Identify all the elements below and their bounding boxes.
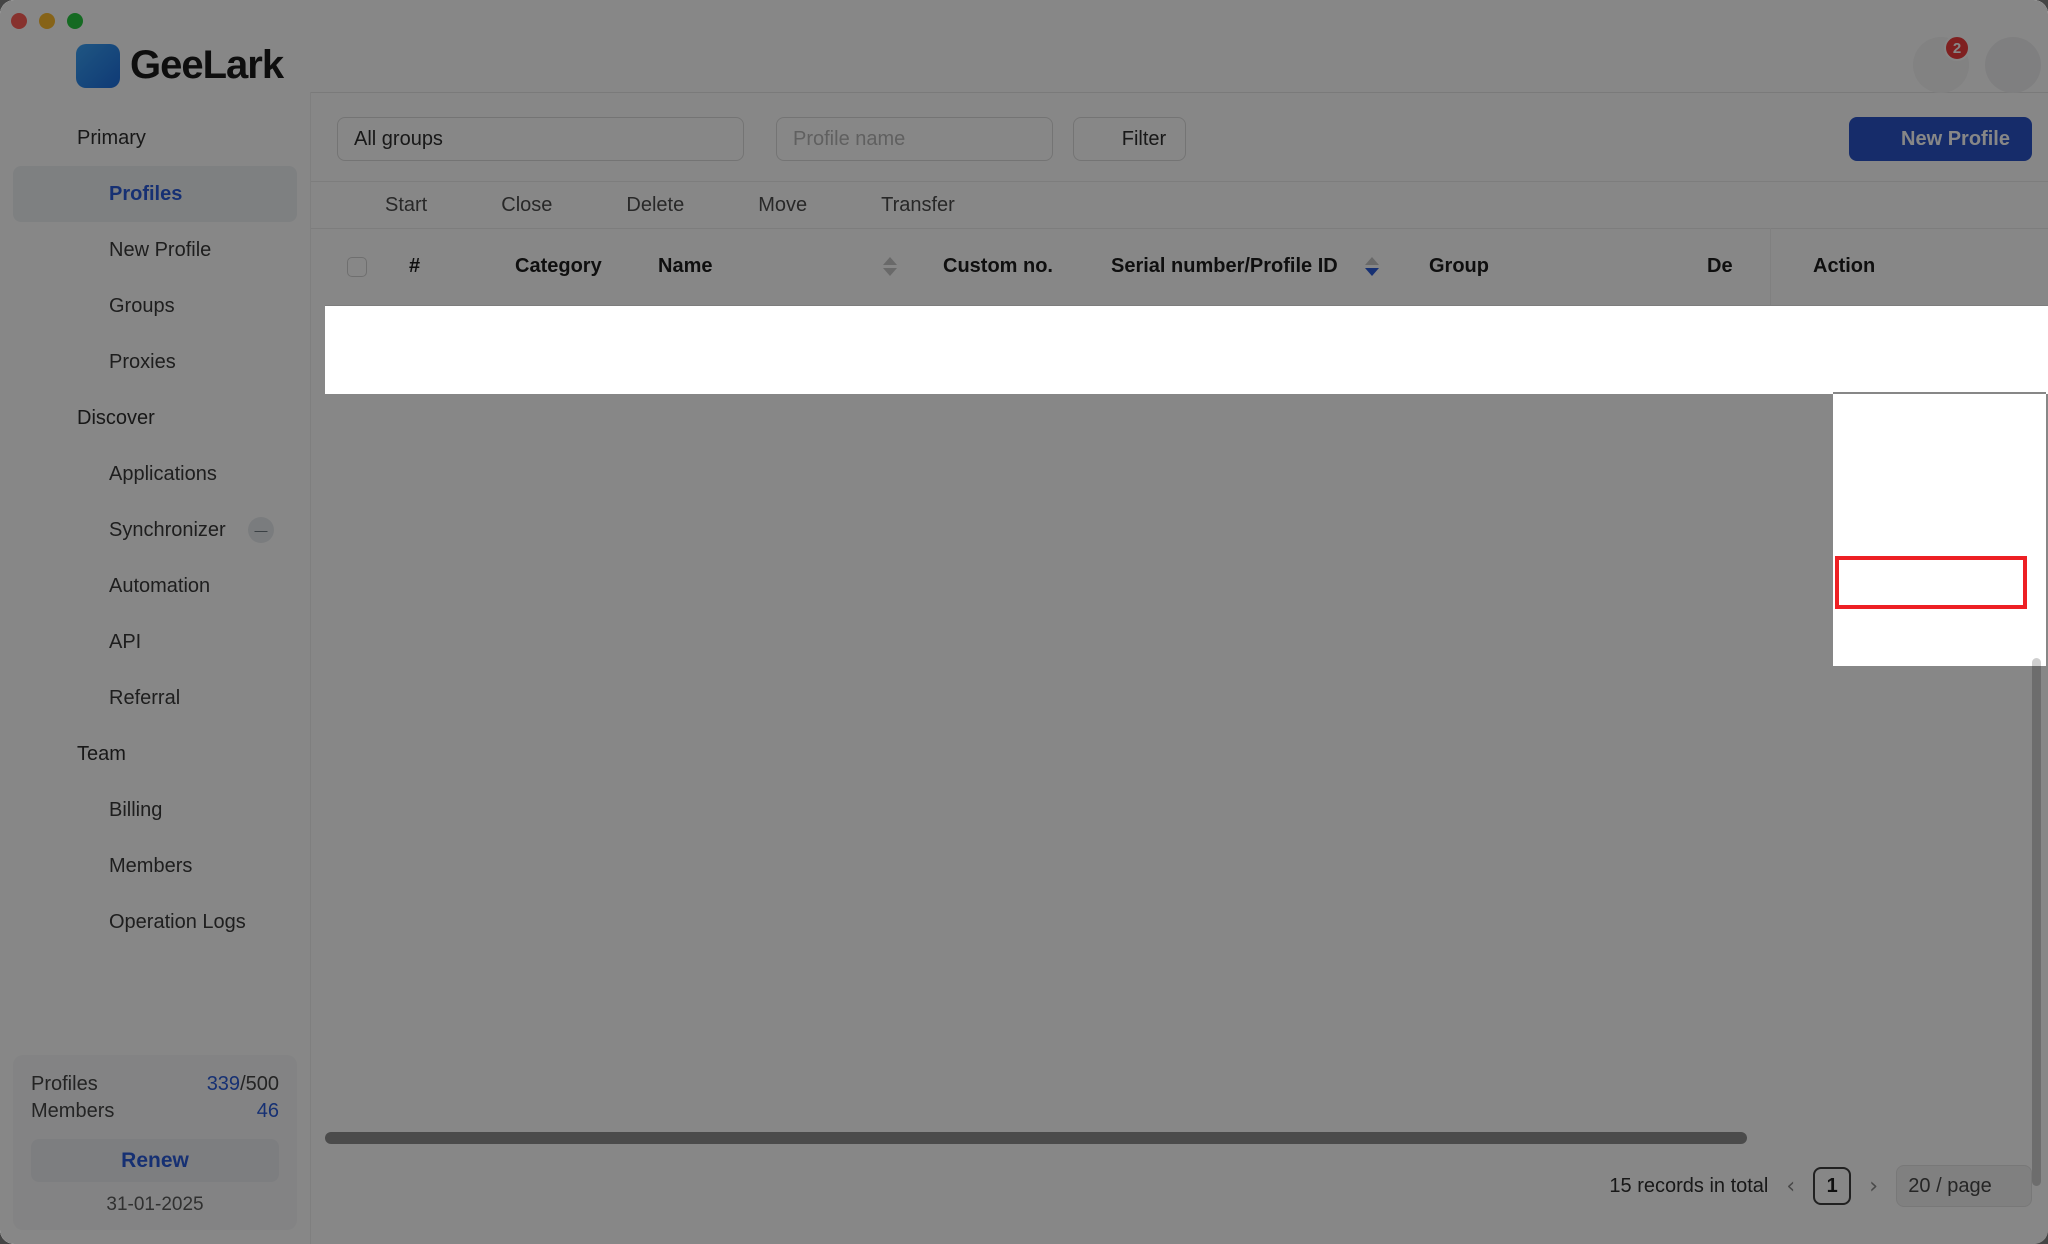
notification-badge: 2 [1944,35,1970,61]
col-custom-no: Custom no. [927,255,1091,278]
horizontal-scrollbar[interactable] [325,1132,1747,1144]
trash-icon [598,195,618,215]
vertical-scrollbar[interactable] [2032,658,2041,1186]
next-page-button[interactable]: › [1867,1174,1880,1199]
geelark-logo-icon [76,44,120,88]
chevron-down-icon [2002,1177,2020,1195]
action-transfer[interactable]: Transfer [853,194,955,217]
play-icon [357,195,377,215]
group-filter-value: All groups [354,128,443,151]
power-icon [473,195,493,215]
col-device: De [1700,255,1770,278]
minimize-window-button[interactable] [39,13,55,29]
action-start[interactable]: Start [357,194,427,217]
filter-button[interactable]: Filter [1073,117,1186,161]
prev-page-button[interactable]: ‹ [1784,1174,1797,1199]
column-settings-gear-icon[interactable] [1982,254,2008,280]
app-window: GeeLark 2 Primary Profiles New Profile Grou… [0,0,2048,1244]
expiry-date: 31-01-2025 [31,1194,279,1216]
more-icon [1001,195,1021,215]
profile-search[interactable] [776,117,1053,161]
new-profile-button[interactable]: New Profile [1849,117,2032,161]
app-logo: GeeLark [76,43,283,88]
edit-square-icon [1871,129,1891,149]
serial-sort-icon[interactable] [1365,257,1379,276]
sidebar-item-new-profile[interactable]: New Profile [0,222,310,278]
col-name[interactable]: Name [637,255,927,278]
app-header: GeeLark 2 [0,0,2048,93]
zoom-window-button[interactable] [67,13,83,29]
refresh-icon[interactable] [1990,192,2014,216]
sidebar-section-label: Primary [77,127,146,150]
sidebar-item-profiles[interactable]: Profiles [13,166,297,222]
current-page[interactable]: 1 [1813,1167,1851,1205]
close-window-button[interactable] [11,13,27,29]
bulk-actions-bar: Start Close Delete Move Transfer [311,181,2048,229]
col-group: Group [1421,255,1700,278]
pagination: 15 records in total ‹ 1 › 20 / page [1609,1164,2032,1208]
window-controls [11,13,83,29]
folder-move-icon [730,195,750,215]
col-action: Action [1770,228,2048,305]
action-label: Move [758,194,807,217]
sidebar-toggle-icon[interactable] [26,50,48,72]
col-serial[interactable]: Serial number/Profile ID [1091,255,1421,278]
share-icon [853,195,873,215]
account-button[interactable] [1985,37,2041,93]
sidebar-item-label: Profiles [109,183,182,206]
devices-icon [72,183,94,205]
chevron-down-icon [707,129,727,149]
action-delete[interactable]: Delete [598,194,684,217]
select-all-checkbox[interactable] [347,257,387,277]
edit-square-icon [72,239,94,261]
filter-label: Filter [1122,128,1166,151]
table-body [0,306,2048,1131]
action-move[interactable]: Move [730,194,807,217]
chevron-up-icon [246,128,266,148]
table-header: # Category Name Custom no. Serial number… [325,228,2048,306]
app-title: GeeLark [130,43,283,88]
action-label: Delete [626,194,684,217]
col-index: # [387,255,507,278]
action-label: Start [385,194,427,217]
group-filter-select[interactable]: All groups [337,117,744,161]
name-sort-icon[interactable] [883,257,897,276]
action-label: Transfer [881,194,955,217]
records-total: 15 records in total [1609,1175,1768,1198]
action-more[interactable] [1001,195,1021,215]
renew-button[interactable]: Renew [31,1139,279,1182]
new-profile-label: New Profile [1901,128,2010,151]
clear-filter-icon[interactable] [1200,126,1226,152]
sidebar-section-primary[interactable]: Primary [0,110,310,166]
action-close[interactable]: Close [473,194,552,217]
col-category: Category [507,255,637,278]
funnel-icon [1093,129,1113,149]
action-label: Close [501,194,552,217]
home-icon [40,127,62,149]
sidebar-item-label: New Profile [109,239,211,262]
profile-search-input[interactable] [791,127,1060,152]
page-size-select[interactable]: 20 / page [1896,1165,2032,1207]
avatar-icon [1997,49,2029,81]
